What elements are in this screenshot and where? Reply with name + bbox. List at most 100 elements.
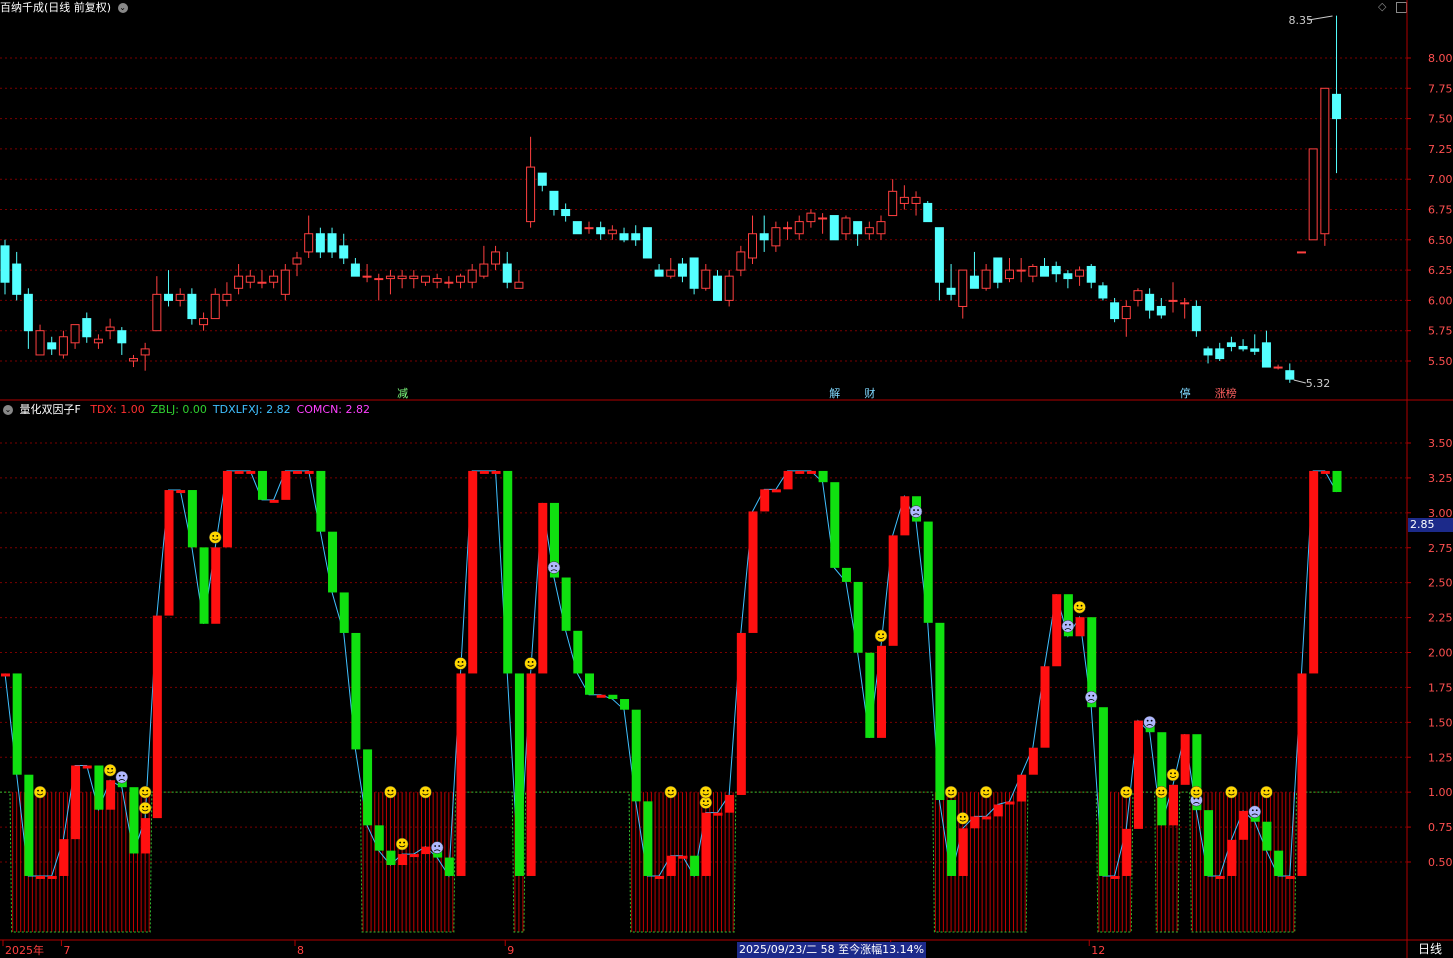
- face-eye: [1158, 789, 1161, 792]
- candle-body: [1063, 273, 1073, 280]
- candle-body: [526, 166, 536, 223]
- candle-body: [934, 227, 944, 283]
- indicator-bar-up: [222, 470, 232, 548]
- face-eye: [37, 789, 39, 792]
- candle-body: [1285, 370, 1295, 380]
- y-tick-label: 6.50: [1428, 234, 1453, 247]
- indicator-bar-down: [830, 482, 840, 568]
- candle-body: [23, 293, 33, 332]
- face-eye: [1080, 604, 1083, 607]
- indicator-bar-up: [176, 490, 186, 494]
- price-chart[interactable]: 8.00 7.75 7.50 7.25 7.00 6.75 6.50 6.25 6.00 5.75…: [0, 0, 1453, 958]
- y-tick-label: 1.50: [1428, 716, 1453, 729]
- bottom-signal-icon: [699, 785, 713, 799]
- indicator-bar-up: [1285, 875, 1295, 879]
- indicator-bar-down: [1157, 732, 1167, 826]
- indicator-bar-up: [1005, 801, 1015, 805]
- y-tick-label: 5.75: [1428, 325, 1453, 338]
- x-tick-label: 9: [507, 944, 514, 957]
- indicator-bar-down: [1098, 707, 1108, 876]
- candle-body: [1296, 251, 1306, 254]
- face-eye: [1092, 694, 1095, 697]
- face-eye: [1068, 623, 1071, 626]
- y-tick-label: 2.75: [1428, 542, 1453, 555]
- bottom-signal-icon: [1260, 785, 1273, 799]
- y-tick-label: 5.50: [1428, 355, 1453, 368]
- face-eye: [1076, 604, 1079, 607]
- face-eye: [1232, 789, 1235, 792]
- y-tick-label: 1.75: [1428, 681, 1453, 694]
- candle-body: [105, 326, 115, 332]
- face-eye: [387, 789, 390, 792]
- current-indicator-value: 2.85: [1408, 518, 1453, 532]
- candle-body: [1191, 305, 1201, 332]
- indicator-bar-up: [82, 765, 92, 769]
- indicator-bar-down: [316, 470, 326, 532]
- indicator-bar-down: [853, 581, 863, 653]
- sell-signal-icon: [430, 841, 444, 854]
- indicator-bar-up: [1169, 784, 1178, 826]
- candle-body: [888, 190, 898, 217]
- indicator-bar-up: [1, 673, 10, 677]
- face-eye: [963, 815, 966, 818]
- candle-body: [783, 227, 793, 230]
- indicator-bar-up: [678, 855, 688, 859]
- indicator-bar-down: [386, 850, 396, 866]
- candle-body: [385, 275, 395, 280]
- y-tick-label: 6.00: [1428, 294, 1453, 307]
- x-tick-label: 7: [63, 944, 70, 957]
- candle-body: [958, 269, 968, 307]
- indicator-bar-down: [514, 673, 524, 876]
- indicator-bar-up: [36, 875, 46, 879]
- indicator-bar-down: [608, 694, 618, 700]
- y-tick-label: 7.00: [1428, 173, 1453, 186]
- event-marker: 解: [829, 386, 840, 400]
- bottom-signal-icon: [979, 785, 993, 799]
- buy-signal-icon: [699, 796, 713, 809]
- y-tick-label: 2.25: [1428, 612, 1453, 625]
- buy-signal-icon: [1073, 600, 1086, 614]
- indicator-bar-down: [818, 470, 828, 483]
- x-tick-label: 2025年: [5, 943, 44, 957]
- event-marker: 财: [864, 386, 875, 400]
- candle-body: [82, 318, 92, 338]
- face-eye: [461, 661, 464, 663]
- candle-body: [420, 275, 430, 283]
- indicator-bar-down: [1262, 821, 1272, 851]
- bottom-signal-icon: [419, 785, 432, 799]
- face-eye: [399, 841, 402, 844]
- candle-body: [0, 245, 10, 283]
- candle-body: [128, 358, 138, 362]
- period-selector[interactable]: 日线: [1407, 940, 1453, 958]
- face-eye: [438, 845, 441, 847]
- candle-body: [1156, 305, 1166, 316]
- buy-signal-icon: [395, 837, 409, 851]
- face-eye: [403, 841, 406, 844]
- candle-body: [502, 263, 512, 283]
- candle-body: [619, 233, 629, 241]
- y-tick-label: 0.50: [1428, 856, 1453, 869]
- candle-body: [818, 217, 828, 220]
- indicator-bar-up: [152, 615, 162, 819]
- indicator-bar-up: [1227, 839, 1237, 876]
- candle-body: [724, 275, 734, 301]
- face-eye: [422, 789, 425, 792]
- candle-body: [140, 348, 150, 356]
- face-eye: [917, 509, 919, 511]
- candle-body: [666, 269, 676, 277]
- indicator-bar-up: [1017, 774, 1027, 802]
- y-tick-label: 2.50: [1428, 577, 1453, 590]
- sell-signal-icon: [909, 505, 923, 518]
- indicator-bar-up: [1040, 666, 1050, 748]
- face-eye: [1064, 623, 1067, 626]
- indicator-bar-up: [71, 765, 81, 840]
- buy-signal-icon: [208, 531, 222, 544]
- candle-body: [199, 318, 209, 326]
- indicator-bar-down: [12, 673, 22, 775]
- indicator-bar-down: [1274, 850, 1284, 876]
- face-eye: [1123, 789, 1126, 792]
- candle-body: [234, 275, 244, 289]
- indicator-bar-up: [1309, 470, 1319, 674]
- candle-body: [561, 209, 571, 217]
- y-tick-label: 7.50: [1428, 113, 1453, 126]
